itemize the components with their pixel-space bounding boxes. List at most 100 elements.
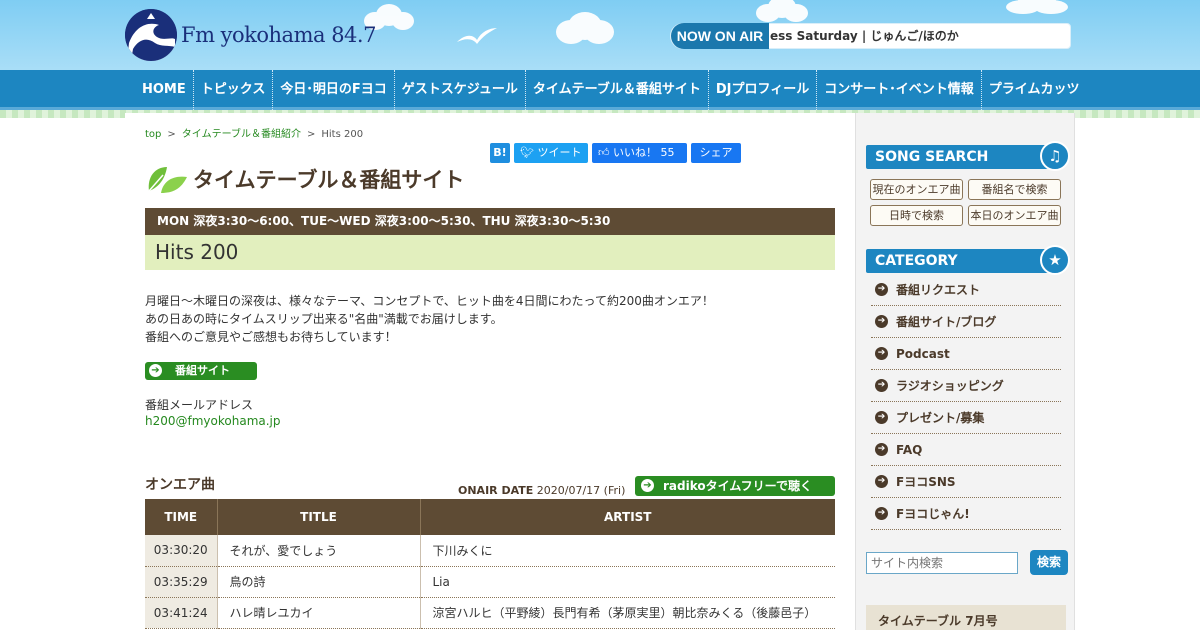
song-search-heading: SONG SEARCH ♫ <box>866 141 1070 171</box>
nav-item-concert-event[interactable]: コンサート･イベント情報 <box>817 70 982 110</box>
cloud-decoration <box>1006 0 1040 14</box>
tweet-label: ツイート <box>537 146 582 159</box>
category-item-podcast[interactable]: ➔ Podcast <box>871 338 1061 370</box>
arrow-right-icon: ➔ <box>875 475 888 488</box>
page-title: タイムテーブル＆番組サイト <box>193 168 465 192</box>
column-header-artist: ARTIST <box>420 499 835 535</box>
description-line: 月曜日～木曜日の深夜は、様々なテーマ、コンセプトで、ヒット曲を4日間にわたって約… <box>145 294 714 308</box>
radiko-timefree-button[interactable]: ➔ radikoタイムフリーで聴く <box>635 476 835 496</box>
song-artist: 涼宮ハルヒ（平野綾）長門有希（茅原実里）朝比奈みくる（後藤邑子） <box>420 597 835 629</box>
facebook-share-button[interactable]: シェア <box>691 143 741 163</box>
cloud-decoration <box>756 4 780 22</box>
arrow-right-icon: ➔ <box>875 283 888 296</box>
song-search-heading-label: SONG SEARCH <box>875 149 989 165</box>
breadcrumb-separator: > <box>167 129 176 140</box>
radiko-label: radikoタイムフリーで聴く <box>663 479 812 493</box>
mail-label: 番組メールアドレス <box>145 398 254 412</box>
category-item-request[interactable]: ➔ 番組リクエスト <box>871 274 1061 306</box>
nav-item-today-tomorrow[interactable]: 今日･明日のFヨコ <box>273 70 395 110</box>
song-artist: 下川みくに <box>420 535 835 567</box>
program-site-label: 番組サイト <box>175 364 230 377</box>
category-list: ➔ 番組リクエスト ➔ 番組サイト/ブログ ➔ Podcast ➔ ラジオショッピング … <box>871 274 1061 530</box>
breadcrumb-section-link[interactable]: タイムテーブル＆番組紹介 <box>182 129 301 140</box>
logo-text: Fm yokohama 84.7 <box>181 23 376 47</box>
category-label: Fヨコじゃん! <box>896 507 970 521</box>
category-item-radio-shopping[interactable]: ➔ ラジオショッピング <box>871 370 1061 402</box>
table-row: 03:30:20 それが、愛でしょう 下川みくに <box>145 535 835 567</box>
onair-heading: オンエア曲 <box>145 477 215 493</box>
seagull-icon <box>457 28 497 44</box>
thumbs-up-icon: 👍︎ <box>598 146 610 159</box>
category-heading-label: CATEGORY <box>875 253 958 269</box>
program-description: 月曜日～木曜日の深夜は、様々なテーマ、コンセプトで、ヒット曲を4日間にわたって約… <box>145 292 835 346</box>
category-item-present[interactable]: ➔ プレゼント/募集 <box>871 402 1061 434</box>
onair-date: ONAIR DATE 2020/07/17 (Fri) <box>458 484 625 497</box>
nav-item-timetable[interactable]: タイムテーブル＆番組サイト <box>526 70 709 110</box>
category-label: プレゼント/募集 <box>896 411 985 425</box>
current-onair-song-button[interactable]: 現在のオンエア曲 <box>870 179 963 200</box>
category-label: 番組サイト/ブログ <box>896 315 997 329</box>
tweet-button[interactable]: 🐦︎ ツイート <box>514 143 588 163</box>
table-row: 03:41:24 ハレ晴レユカイ 涼宮ハルヒ（平野綾）長門有希（茅原実里）朝比奈… <box>145 597 835 629</box>
column-header-title: TITLE <box>217 499 421 535</box>
site-search-button[interactable]: 検索 <box>1030 550 1068 575</box>
sidebar: SONG SEARCH ♫ 現在のオンエア曲 番組名で検索 日時で検索 本日のオ… <box>855 113 1075 630</box>
share-buttons: B! 🐦︎ ツイート 👍︎ いいね！ 55 シェア <box>490 143 741 163</box>
category-label: Podcast <box>896 346 950 361</box>
song-artist: Lia <box>420 566 835 598</box>
song-title: ハレ晴レユカイ <box>217 597 421 629</box>
song-time: 03:41:24 <box>145 597 218 629</box>
song-time: 03:35:29 <box>145 566 218 598</box>
category-item-faq[interactable]: ➔ FAQ <box>871 434 1061 466</box>
nav-item-guest-schedule[interactable]: ゲストスケジュール <box>395 70 526 110</box>
arrow-right-icon: ➔ <box>641 479 654 492</box>
table-header-row: TIME TITLE ARTIST <box>145 499 835 535</box>
onair-date-value: 2020/07/17 (Fri) <box>536 484 626 497</box>
category-item-fyokojan[interactable]: ➔ Fヨコじゃん! <box>871 498 1061 530</box>
breadcrumb-separator: > <box>306 129 316 140</box>
hatena-bookmark-button[interactable]: B! <box>490 143 510 163</box>
arrow-right-icon: ➔ <box>875 315 888 328</box>
song-time: 03:30:20 <box>145 535 218 567</box>
broadcast-schedule: MON 深夜3:30～6:00、TUE～WED 深夜3:00～5:30、THU … <box>145 208 835 235</box>
arrow-right-icon: ➔ <box>875 443 888 456</box>
category-label: FAQ <box>896 442 923 457</box>
category-item-program-blog[interactable]: ➔ 番組サイト/ブログ <box>871 306 1061 338</box>
breadcrumb: top > タイムテーブル＆番組紹介 > Hits 200 <box>145 125 363 140</box>
description-line: あの日あの時にタイムスリップ出来る"名曲"満載でお届けします。 <box>145 312 503 326</box>
breadcrumb-current: Hits 200 <box>321 129 364 140</box>
column-header-time: TIME <box>145 499 218 535</box>
nav-item-home[interactable]: HOME <box>135 70 194 110</box>
now-on-air-text: ess Saturday | じゅんご/ほのか <box>770 29 959 43</box>
star-icon: ★ <box>1040 245 1070 275</box>
song-title: 鳥の詩 <box>217 566 421 598</box>
logo-wave-icon <box>125 9 177 61</box>
site-header: Fm yokohama 84.7 NOW ON AIR ess Saturday… <box>0 0 1200 70</box>
mail-address-link[interactable]: h200@fmyokohama.jp <box>145 414 281 428</box>
twitter-bird-icon: 🐦︎ <box>520 146 534 159</box>
site-search-input[interactable] <box>866 552 1018 574</box>
onair-date-label: ONAIR DATE <box>458 484 534 497</box>
category-item-sns[interactable]: ➔ FヨコSNS <box>871 466 1061 498</box>
onair-song-table: TIME TITLE ARTIST 03:30:20 それが、愛でしょう 下川み… <box>145 499 835 629</box>
now-on-air-bar[interactable]: NOW ON AIR ess Saturday | じゅんご/ほのか <box>670 23 1071 49</box>
facebook-like-button[interactable]: 👍︎ いいね！ 55 <box>592 143 687 163</box>
category-label: 番組リクエスト <box>896 283 981 297</box>
nav-item-dj-profile[interactable]: DJプロフィール <box>709 70 818 110</box>
breadcrumb-top-link[interactable]: top <box>145 129 161 140</box>
arrow-right-icon: ➔ <box>875 411 888 424</box>
search-by-program-button[interactable]: 番組名で検索 <box>968 179 1061 200</box>
today-onair-songs-button[interactable]: 本日のオンエア曲 <box>968 205 1061 226</box>
main-content: top > タイムテーブル＆番組紹介 > Hits 200 B! 🐦︎ ツイート 👍︎ … <box>125 113 855 630</box>
timetable-month-box[interactable]: タイムテーブル 7月号 <box>866 605 1066 630</box>
nav-item-topics[interactable]: トピックス <box>194 70 274 110</box>
site-logo[interactable]: Fm yokohama 84.7 <box>125 9 376 61</box>
arrow-right-icon: ➔ <box>875 507 888 520</box>
nav-item-prime-cuts[interactable]: プライムカッツ <box>982 70 1087 110</box>
search-by-datetime-button[interactable]: 日時で検索 <box>870 205 963 226</box>
description-line: 番組へのご意見やご感想もお待ちしています！ <box>145 330 397 344</box>
leaf-icon <box>148 167 187 193</box>
like-label: いいね！ 55 <box>613 146 675 159</box>
program-name: Hits 200 <box>145 235 835 270</box>
program-site-button[interactable]: ➔ 番組サイト <box>145 362 257 380</box>
